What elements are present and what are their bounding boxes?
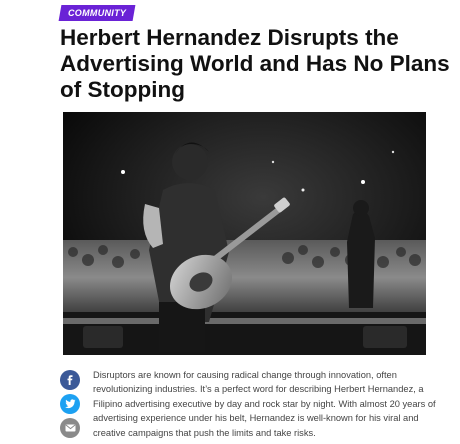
email-share-button[interactable] <box>60 418 80 438</box>
article-body: Disruptors are known for causing radical… <box>93 370 436 438</box>
twitter-share-button[interactable] <box>60 394 80 414</box>
category-label: COMMUNITY <box>68 8 127 18</box>
category-badge[interactable]: COMMUNITY <box>58 5 136 21</box>
article-title: Herbert Hernandez Disrupts the Advertisi… <box>60 25 450 102</box>
facebook-share-button[interactable] <box>60 370 80 390</box>
facebook-icon <box>67 375 73 385</box>
email-icon <box>64 424 76 432</box>
twitter-icon <box>64 399 75 409</box>
hero-photo <box>63 112 426 355</box>
